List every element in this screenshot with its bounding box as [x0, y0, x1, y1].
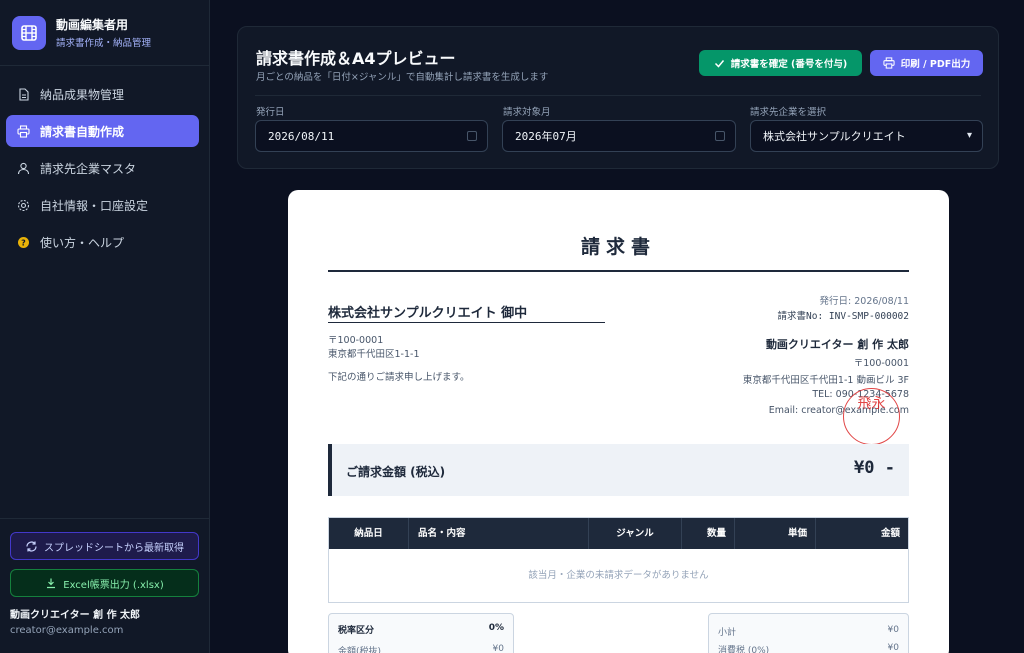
- brand-subtitle: 請求書作成・納品管理: [56, 38, 152, 49]
- document-icon: [16, 87, 30, 101]
- issue-date-input[interactable]: 2026/08/11: [255, 120, 488, 152]
- printer-icon: [16, 124, 30, 138]
- table-header: 納品日 品名・内容 ジャンル 数量 単価 金額: [329, 518, 908, 549]
- excel-export-button[interactable]: Excel帳票出力 (.xlsx): [10, 569, 199, 597]
- help-icon: ?: [16, 235, 30, 249]
- column-header: 納品日: [329, 518, 409, 549]
- issue-date-value: 2026/08/11: [268, 129, 335, 143]
- sidebar: 動画編集者用 請求書作成・納品管理 納品成果物管理 請求書自動作成 請求先企業マ…: [0, 0, 210, 653]
- sidebar-item-deliverables[interactable]: 納品成果物管理: [6, 78, 199, 110]
- user-icon: [16, 161, 30, 175]
- column-header: ジャンル: [589, 518, 682, 549]
- consumption-tax-value: ¥0: [887, 643, 899, 653]
- user-email: creator@example.com: [10, 625, 124, 636]
- print-label: 印刷 / PDF出力: [900, 59, 971, 70]
- column-header: 金額: [880, 528, 900, 539]
- subtotal-value: ¥0: [887, 625, 899, 635]
- page-title: 請求書作成＆A4プレビュー: [256, 49, 456, 68]
- issuer-address: 東京都千代田区千代田1-1 動画ビル 3F: [742, 375, 909, 386]
- calendar-icon[interactable]: [715, 131, 725, 141]
- sidebar-item-label: 自社情報・口座設定: [40, 198, 149, 213]
- client-select[interactable]: 株式会社サンプルクリエイト ▾: [750, 120, 983, 152]
- brand-title: 動画編集者用: [56, 18, 129, 32]
- refresh-icon: [26, 540, 37, 552]
- summary-box: 小計 ¥0 消費税 (0%) ¥0: [708, 613, 909, 653]
- column-header: 品名・内容: [409, 518, 589, 549]
- title-rule: [328, 270, 909, 272]
- sidebar-item-client-master[interactable]: 請求先企業マスタ: [6, 152, 199, 184]
- sync-label: スプレッドシートから最新取得: [44, 542, 184, 554]
- consumption-tax-label: 消費税 (0%): [718, 646, 770, 653]
- brand: 動画編集者用 請求書作成・納品管理: [0, 0, 209, 66]
- client-postal: 〒100-0001: [328, 335, 384, 346]
- issuer-postal: 〒100-0001: [853, 358, 909, 369]
- sync-spreadsheet-button[interactable]: スプレッドシートから最新取得: [10, 532, 199, 560]
- excel-label: Excel帳票出力 (.xlsx): [63, 579, 164, 591]
- invoice-settings-panel: 請求書作成＆A4プレビュー 月ごとの納品を「日付×ジャンル」で自動集計し請求書を…: [237, 26, 999, 169]
- print-pdf-button[interactable]: 印刷 / PDF出力: [870, 50, 983, 76]
- client-address: 東京都千代田区1-1-1: [328, 349, 420, 360]
- column-header: 単価: [735, 518, 816, 549]
- page-description: 月ごとの納品を「日付×ジャンル」で自動集計し請求書を生成します: [256, 72, 549, 83]
- issuer-name: 動画クリエイター 創 作 太郎: [765, 338, 909, 351]
- client-rule: [328, 322, 605, 323]
- check-icon: [714, 59, 724, 68]
- tax-row-label: 金額(税抜): [338, 647, 382, 653]
- gear-icon: [16, 198, 30, 212]
- sidebar-item-label: 請求書自動作成: [40, 124, 125, 139]
- client-name: 株式会社サンプルクリエイト 御中: [328, 306, 528, 321]
- panel-divider: [255, 95, 981, 96]
- issue-date-text: 発行日: 2026/08/11: [819, 296, 909, 307]
- total-amount-box: ご請求金額 (税込) ¥0 -: [328, 444, 909, 496]
- subtotal-label: 小計: [718, 628, 737, 638]
- confirm-label: 請求書を確定 (番号を付与): [730, 59, 848, 70]
- user-name: 動画クリエイター 創 作 太郎: [10, 610, 141, 621]
- download-icon: [47, 578, 56, 589]
- svg-text:?: ?: [21, 238, 26, 247]
- film-icon: [12, 15, 46, 50]
- invoice-preview: 請求書 株式会社サンプルクリエイト 御中 〒100-0001 東京都千代田区1-…: [288, 190, 949, 653]
- issue-date-label: 発行日: [256, 107, 285, 118]
- sidebar-item-label: 納品成果物管理: [40, 87, 125, 102]
- client-select-label: 請求先企業を選択: [750, 107, 827, 118]
- sidebar-footer: スプレッドシートから最新取得 Excel帳票出力 (.xlsx) 動画クリエイタ…: [0, 518, 209, 653]
- calendar-icon[interactable]: [467, 131, 477, 141]
- sidebar-item-help[interactable]: ? 使い方・ヘルプ: [6, 226, 199, 258]
- target-month-label: 請求対象月: [503, 107, 551, 118]
- target-month-input[interactable]: 2026年07月: [502, 120, 736, 152]
- client-select-value: 株式会社サンプルクリエイト: [763, 130, 906, 143]
- tax-header-label: 税率区分: [338, 626, 375, 636]
- target-month-value: 2026年07月: [515, 130, 577, 143]
- tax-row-value: ¥0: [492, 644, 504, 653]
- sidebar-item-label: 使い方・ヘルプ: [40, 235, 125, 250]
- invoice-number: 請求書No: INV-SMP-000002: [777, 311, 909, 322]
- tax-breakdown-box: 税率区分 0% 金額(税抜) ¥0: [328, 613, 514, 653]
- sidebar-item-settings[interactable]: 自社情報・口座設定: [6, 189, 199, 221]
- invoice-title: 請求書: [580, 236, 656, 258]
- total-label: ご請求金額 (税込): [346, 465, 446, 479]
- sidebar-nav: 納品成果物管理 請求書自動作成 請求先企業マスタ 自社情報・口座設定 ? 使い方…: [0, 66, 209, 258]
- total-value: ¥0 -: [854, 458, 895, 478]
- tax-header-value: 0%: [488, 623, 504, 633]
- printer-icon: [883, 57, 895, 69]
- seal-stamp: 飛永: [843, 388, 900, 445]
- column-header: 数量: [682, 518, 735, 549]
- sidebar-item-invoice-create[interactable]: 請求書自動作成: [6, 115, 199, 147]
- chevron-down-icon[interactable]: ▾: [967, 130, 972, 141]
- sidebar-item-label: 請求先企業マスタ: [40, 161, 137, 176]
- empty-table-message: 該当月・企業の未請求データがありません: [528, 570, 709, 581]
- greeting-text: 下記の通りご請求申し上げます。: [328, 372, 470, 383]
- confirm-invoice-button[interactable]: 請求書を確定 (番号を付与): [699, 50, 862, 76]
- line-items-table: 納品日 品名・内容 ジャンル 数量 単価 金額 該当月・企業の未請求データがあり…: [328, 517, 909, 603]
